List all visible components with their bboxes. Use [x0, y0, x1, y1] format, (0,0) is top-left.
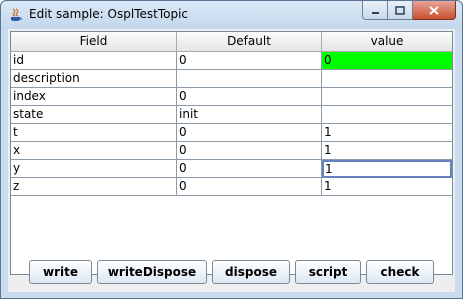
minimize-button[interactable]	[362, 1, 388, 20]
table-row[interactable]: t 0 1	[11, 124, 452, 142]
value-cell[interactable]: 1	[322, 142, 452, 160]
table-row[interactable]: id 0 0	[11, 52, 452, 70]
dispose-button[interactable]: dispose	[212, 260, 290, 284]
value-cell-focused[interactable]: 1	[322, 160, 452, 178]
close-icon	[429, 5, 439, 15]
table-header: Field Default value	[11, 32, 452, 52]
table-row[interactable]: y 0 1	[11, 160, 452, 178]
field-cell[interactable]: state	[11, 106, 177, 124]
maximize-button[interactable]	[388, 1, 413, 20]
header-default[interactable]: Default	[177, 32, 322, 52]
field-cell[interactable]: description	[11, 70, 177, 88]
default-cell[interactable]: 0	[177, 88, 322, 106]
value-cell[interactable]: 0	[322, 52, 452, 70]
field-cell[interactable]: y	[11, 160, 177, 178]
script-button[interactable]: script	[295, 260, 361, 284]
value-cell[interactable]: 1	[322, 124, 452, 142]
default-cell[interactable]: 0	[177, 142, 322, 160]
write-button[interactable]: write	[29, 260, 92, 284]
field-cell[interactable]: z	[11, 178, 177, 196]
header-value[interactable]: value	[322, 32, 452, 52]
default-cell[interactable]	[177, 70, 322, 88]
default-cell[interactable]: init	[177, 106, 322, 124]
field-cell[interactable]: x	[11, 142, 177, 160]
maximize-icon	[395, 5, 405, 15]
default-cell[interactable]: 0	[177, 52, 322, 70]
sample-table[interactable]: Field Default value id 0 0 description i…	[10, 31, 453, 275]
content-panel: Field Default value id 0 0 description i…	[8, 29, 455, 292]
table-row[interactable]: x 0 1	[11, 142, 452, 160]
java-icon	[11, 8, 22, 21]
default-cell[interactable]: 0	[177, 124, 322, 142]
title-bar[interactable]: Edit sample: OsplTestTopic	[1, 1, 462, 29]
minimize-icon	[371, 11, 379, 14]
table-row[interactable]: z 0 1	[11, 178, 452, 196]
field-cell[interactable]: id	[11, 52, 177, 70]
edit-sample-window: Edit sample: OsplTestTopic Field Default…	[0, 0, 463, 299]
button-bar: write writeDispose dispose script check	[10, 254, 453, 290]
table-row[interactable]: state init	[11, 106, 452, 124]
header-field[interactable]: Field	[11, 32, 177, 52]
default-cell[interactable]: 0	[177, 160, 322, 178]
check-button[interactable]: check	[366, 260, 434, 284]
default-cell[interactable]: 0	[177, 178, 322, 196]
value-cell[interactable]	[322, 70, 452, 88]
table-row[interactable]: description	[11, 70, 452, 88]
value-cell[interactable]	[322, 88, 452, 106]
field-cell[interactable]: t	[11, 124, 177, 142]
write-dispose-button[interactable]: writeDispose	[97, 260, 207, 284]
window-title: Edit sample: OsplTestTopic	[29, 7, 188, 21]
value-cell[interactable]: 1	[322, 178, 452, 196]
close-button[interactable]	[413, 1, 456, 20]
value-cell[interactable]	[322, 106, 452, 124]
field-cell[interactable]: index	[11, 88, 177, 106]
table-row[interactable]: index 0	[11, 88, 452, 106]
